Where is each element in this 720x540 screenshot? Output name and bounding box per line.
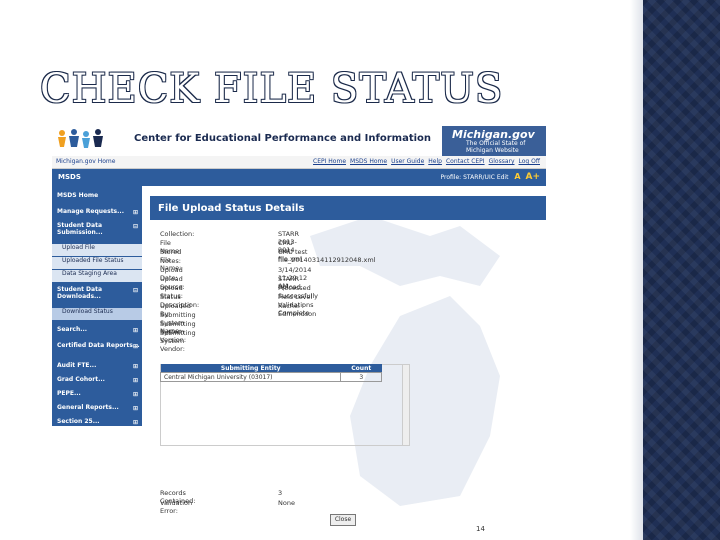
sidebar-item-search[interactable]: Search... ⊞ xyxy=(52,326,142,334)
expand-plus-icon[interactable]: ⊞ xyxy=(133,363,138,370)
expand-plus-icon[interactable]: ⊞ xyxy=(133,377,138,384)
entity-cell: Central Michigan University (03017) xyxy=(159,372,342,382)
slide-title: CHECK FILE STATUS xyxy=(40,66,504,112)
michigan-gov-logo[interactable]: Michigan.gov The Official State of Michi… xyxy=(442,126,546,156)
sidebar-item-section-25[interactable]: Section 25... ⊞ xyxy=(52,418,142,426)
sidebar-item-student-data-downloads[interactable]: Student Data Downloads... ⊟ xyxy=(52,286,142,300)
sidebar-item-pepe[interactable]: PEPE... ⊞ xyxy=(52,390,142,398)
sidebar-item-upload-file[interactable]: Upload File xyxy=(52,244,142,256)
column-header-submitting-entity[interactable]: Submitting Entity xyxy=(160,364,341,373)
sidebar-item-audit-fte[interactable]: Audit FTE... ⊞ xyxy=(52,362,142,370)
sidebar-item-student-data-submission[interactable]: Student Data Submission... ⊟ xyxy=(52,222,142,236)
sidebar-item-data-staging-area[interactable]: Data Staging Area xyxy=(52,270,142,282)
sidebar-item-certified-data-reports[interactable]: Certified Data Reports... ⊞ xyxy=(52,342,142,350)
expand-plus-icon[interactable]: ⊞ xyxy=(133,209,138,216)
table-header-row: Submitting Entity Count xyxy=(160,364,382,373)
top-nav: Michigan.gov Home CEPI Home MSDS Home Us… xyxy=(52,156,546,169)
nav-link-log-off[interactable]: Log Off xyxy=(519,158,540,165)
slide-edge-gradient xyxy=(630,0,643,540)
michigan-logo-subtitle: The Official State of Michigan Website xyxy=(466,140,526,154)
profile-text: Profile: STARR/UIC Edit xyxy=(440,174,509,181)
panel-title: File Upload Status Details xyxy=(150,196,546,220)
collapse-minus-icon[interactable]: ⊟ xyxy=(133,287,138,294)
expand-plus-icon[interactable]: ⊞ xyxy=(133,343,138,350)
close-button[interactable]: Close xyxy=(330,514,356,526)
site-title: Center for Educational Performance and I… xyxy=(134,133,432,144)
sidebar-item-general-reports[interactable]: General Reports... ⊞ xyxy=(52,404,142,412)
sidebar-item-download-status[interactable]: Download Status xyxy=(52,308,142,320)
screenshot-window: Center for Educational Performance and I… xyxy=(52,124,546,529)
nav-link-contact-cepi[interactable]: Contact CEPI xyxy=(446,158,485,165)
font-size-normal-button[interactable]: A xyxy=(514,172,520,181)
sidebar-item-grad-cohort[interactable]: Grad Cohort... ⊞ xyxy=(52,376,142,384)
app-bar: MSDS Profile: STARR/UIC Edit A A+ xyxy=(52,169,546,186)
collapse-minus-icon[interactable]: ⊟ xyxy=(133,223,138,230)
main-panel: File Upload Status Details Collection: ST… xyxy=(150,196,546,529)
nav-link-msds-home[interactable]: MSDS Home xyxy=(350,158,387,165)
font-size-large-button[interactable]: A+ xyxy=(525,172,540,182)
sidebar-item-msds-home[interactable]: MSDS Home xyxy=(52,192,142,199)
nav-link-user-guide[interactable]: User Guide xyxy=(391,158,424,165)
expand-plus-icon[interactable]: ⊞ xyxy=(133,327,138,334)
profile-info: Profile: STARR/UIC Edit A A+ xyxy=(441,172,541,182)
column-header-count[interactable]: Count xyxy=(340,364,382,373)
vertical-scrollbar[interactable] xyxy=(402,365,409,445)
sidebar-item-manage-requests[interactable]: Manage Requests... ⊞ xyxy=(52,208,142,216)
expand-plus-icon[interactable]: ⊞ xyxy=(133,419,138,426)
site-header: Center for Educational Performance and I… xyxy=(52,124,546,156)
sidebar: MSDS Home Manage Requests... ⊞ Student Da… xyxy=(52,186,142,426)
table-row: Central Michigan University (03017) 3 xyxy=(159,372,382,382)
slide-decorative-band xyxy=(643,0,720,540)
michigan-home-link[interactable]: Michigan.gov Home xyxy=(56,158,115,165)
submitting-entity-table: Submitting Entity Count Central Michigan… xyxy=(159,364,382,382)
count-cell: 3 xyxy=(340,372,382,382)
page-number: 14 xyxy=(476,525,485,533)
cepi-logo-icon xyxy=(58,129,103,148)
nav-link-cepi-home[interactable]: CEPI Home xyxy=(313,158,346,165)
nav-link-glossary[interactable]: Glossary xyxy=(489,158,515,165)
app-label: MSDS xyxy=(58,173,81,181)
top-nav-links: CEPI Home MSDS Home User Guide Help Cont… xyxy=(313,158,540,165)
sidebar-item-uploaded-file-status[interactable]: Uploaded File Status xyxy=(52,257,142,269)
expand-plus-icon[interactable]: ⊞ xyxy=(133,405,138,412)
expand-plus-icon[interactable]: ⊞ xyxy=(133,391,138,398)
nav-link-help[interactable]: Help xyxy=(428,158,442,165)
